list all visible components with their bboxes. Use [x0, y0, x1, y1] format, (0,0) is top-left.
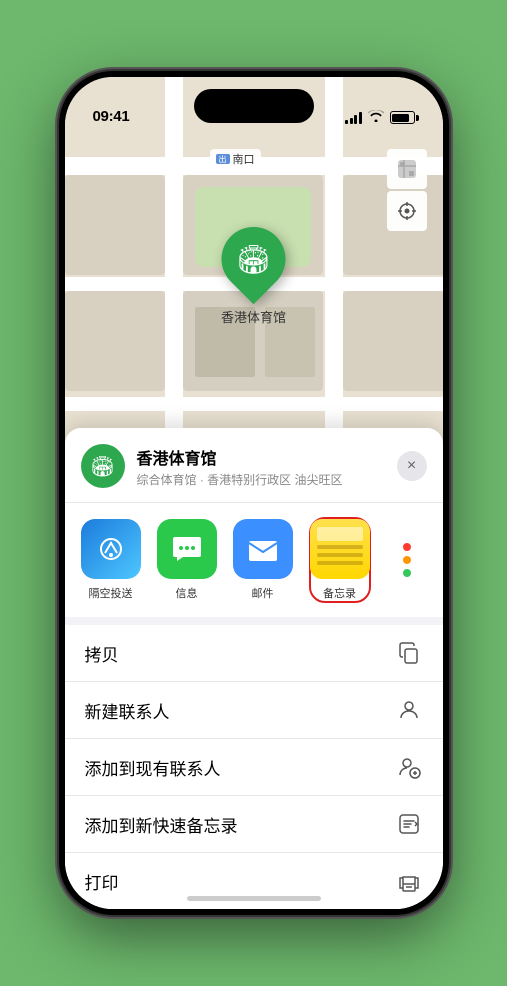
mail-label: 邮件	[252, 585, 274, 601]
place-text: 香港体育馆 综合体育馆 · 香港特别行政区 油尖旺区	[137, 445, 343, 488]
notes-label: 备忘录	[323, 585, 356, 601]
share-app-notes[interactable]: 备忘录	[309, 517, 371, 603]
location-pin: 🏟	[208, 214, 299, 305]
share-app-mail[interactable]: 邮件	[233, 519, 293, 601]
place-subtitle: 综合体育馆 · 香港特别行政区 油尖旺区	[137, 471, 343, 488]
action-add-contact[interactable]: 添加到现有联系人	[65, 739, 443, 796]
person-add-icon	[395, 753, 423, 781]
action-copy[interactable]: 拷贝	[65, 625, 443, 682]
signal-bars-icon	[345, 112, 362, 124]
printer-icon	[395, 867, 423, 895]
place-name: 香港体育馆	[137, 445, 343, 469]
map-type-button[interactable]	[387, 149, 427, 189]
mail-icon	[233, 519, 293, 579]
messages-label: 信息	[176, 585, 198, 601]
action-add-contact-label: 添加到现有联系人	[85, 755, 221, 780]
share-app-messages[interactable]: 信息	[157, 519, 217, 601]
messages-icon	[157, 519, 217, 579]
map-label-dot: 出	[216, 154, 230, 164]
status-icons	[345, 110, 415, 125]
quick-notes-icon	[395, 810, 423, 838]
location-button[interactable]	[387, 191, 427, 231]
place-icon: 🏟	[81, 444, 125, 488]
action-copy-label: 拷贝	[85, 641, 119, 666]
action-add-notes-label: 添加到新快速备忘录	[85, 812, 238, 837]
share-app-airdrop[interactable]: 隔空投送	[81, 519, 141, 601]
sheet-header: 🏟 香港体育馆 综合体育馆 · 香港特别行政区 油尖旺区 ×	[65, 428, 443, 503]
wifi-icon	[368, 110, 384, 125]
notes-icon	[310, 519, 370, 579]
close-button[interactable]: ×	[397, 451, 427, 481]
battery-icon	[390, 111, 415, 124]
action-print-label: 打印	[85, 869, 119, 894]
map-controls	[387, 149, 427, 233]
action-add-notes[interactable]: 添加到新快速备忘录	[65, 796, 443, 853]
location-pin-container: 🏟 香港体育馆	[221, 227, 286, 326]
action-new-contact[interactable]: 新建联系人	[65, 682, 443, 739]
dynamic-island	[194, 89, 314, 123]
action-list: 拷贝 新建联系人	[65, 625, 443, 909]
map-north-exit-label: 出 南口	[210, 149, 261, 169]
airdrop-label: 隔空投送	[89, 585, 133, 601]
phone-screen: 09:41	[65, 77, 443, 909]
place-info: 🏟 香港体育馆 综合体育馆 · 香港特别行政区 油尖旺区	[81, 444, 343, 488]
airdrop-icon	[81, 519, 141, 579]
location-pin-label: 香港体育馆	[221, 307, 286, 326]
bottom-sheet: 🏟 香港体育馆 综合体育馆 · 香港特别行政区 油尖旺区 ×	[65, 428, 443, 909]
share-app-more[interactable]	[387, 520, 427, 600]
home-indicator	[187, 896, 321, 901]
action-new-contact-label: 新建联系人	[85, 698, 170, 723]
person-icon	[395, 696, 423, 724]
share-row: 隔空投送 信息	[65, 503, 443, 625]
copy-icon	[395, 639, 423, 667]
phone-frame: 09:41	[59, 71, 449, 915]
status-time: 09:41	[93, 108, 130, 125]
more-icon	[387, 520, 427, 600]
map-label-text: 南口	[233, 151, 255, 167]
